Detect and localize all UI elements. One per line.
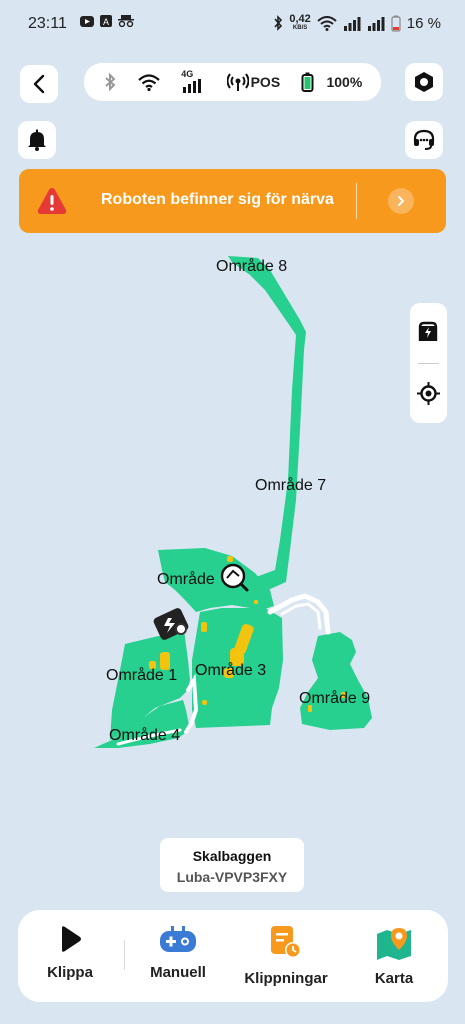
nav-divider [124,940,125,970]
zone-label-8[interactable]: Område 8 [216,258,287,276]
nav-map[interactable]: Karta [370,924,418,987]
robot-battery-status: 100% [301,72,362,92]
nav-map-label: Karta [374,970,414,987]
nav-manual-label: Manuell [150,964,206,981]
settings-button[interactable] [405,63,443,101]
map-icon [377,928,411,960]
pos-label: POS [250,74,281,90]
zone-label-7[interactable]: Område 7 [255,477,326,495]
zone-label-2[interactable]: Område [157,571,215,589]
lawn-map[interactable]: Område 8 Område 7 Område Område 1 Område… [0,240,465,840]
nav-mow[interactable]: Klippa [46,924,94,981]
chevron-left-icon [33,74,45,94]
alert-divider [356,183,357,219]
nav-schedules[interactable]: Klippningar [240,924,332,987]
clock: 23:11 [28,15,67,32]
play-icon [62,926,81,952]
hexagon-settings-icon [415,72,433,92]
battery-icon [301,72,314,92]
nav-schedules-label: Klippningar [244,970,328,987]
schedule-icon [271,926,301,958]
robot-name-card[interactable]: Skalbaggen Luba-VPVP3FXY [160,838,304,892]
nav-mow-label: Klippa [47,964,93,981]
notifications-button[interactable] [18,121,56,159]
support-button[interactable] [405,121,443,159]
network-speed-value: 0,42 [289,13,311,25]
system-indicators: 0,42 KB/S 16 % [273,14,441,32]
zone-label-1[interactable]: Område 1 [106,667,177,685]
cell-signal-icon [343,16,361,31]
robot-bluetooth-status [103,72,117,92]
warning-icon [37,188,67,214]
robot-battery-percent: 100% [326,74,363,90]
rtk-antenna-icon [226,73,249,91]
zone-label-4[interactable]: Område 4 [109,727,180,745]
cellular-label: 4G [181,69,194,79]
incognito-icon [118,15,134,27]
headset-icon [413,129,435,150]
phone-battery-percent: 16 % [406,14,441,32]
robot-wifi-status [138,73,160,91]
alert-message: Roboten befinner sig för närva [101,191,334,208]
robot-position-status: POS [226,72,281,92]
youtube-icon [80,15,94,27]
nav-manual[interactable]: Manuell [142,924,214,981]
alert-banner[interactable]: Roboten befinner sig för närva [19,169,446,233]
app-icon: A [100,15,112,27]
bluetooth-icon [274,15,283,31]
cellular-4g-icon: 4G [181,69,205,93]
robot-status-pill[interactable]: 4G POS 100% [84,63,381,101]
gamepad-icon [160,926,196,952]
wifi-icon [138,73,160,91]
bluetooth-icon [104,72,116,92]
robot-id: Luba-VPVP3FXY [176,869,288,885]
robot-name: Skalbaggen [192,848,272,864]
network-speed: 0,42 KB/S [289,14,310,32]
phone-battery-icon [391,15,401,32]
back-button[interactable] [20,65,58,103]
chevron-right-icon [398,196,405,206]
cell-signal-2-icon [367,16,385,31]
network-speed-unit: KB/S [292,25,308,31]
svg-text:A: A [103,17,109,27]
wifi-icon [317,15,337,31]
alert-open-button[interactable] [388,188,414,214]
bell-icon [28,129,46,151]
zone-9-area [300,632,372,730]
zone-label-9[interactable]: Område 9 [299,690,370,708]
robot-cellular-status: 4G [181,69,205,93]
zone-label-3[interactable]: Område 3 [195,662,266,680]
notification-icons: A [80,15,134,27]
bottom-navigation: Klippa Manuell Klippningar Karta [18,910,448,1002]
map-canvas [94,256,372,748]
zone-8-7-area [228,256,306,602]
status-bar: 23:11 A 0,42 KB/S 16 % [0,0,465,50]
